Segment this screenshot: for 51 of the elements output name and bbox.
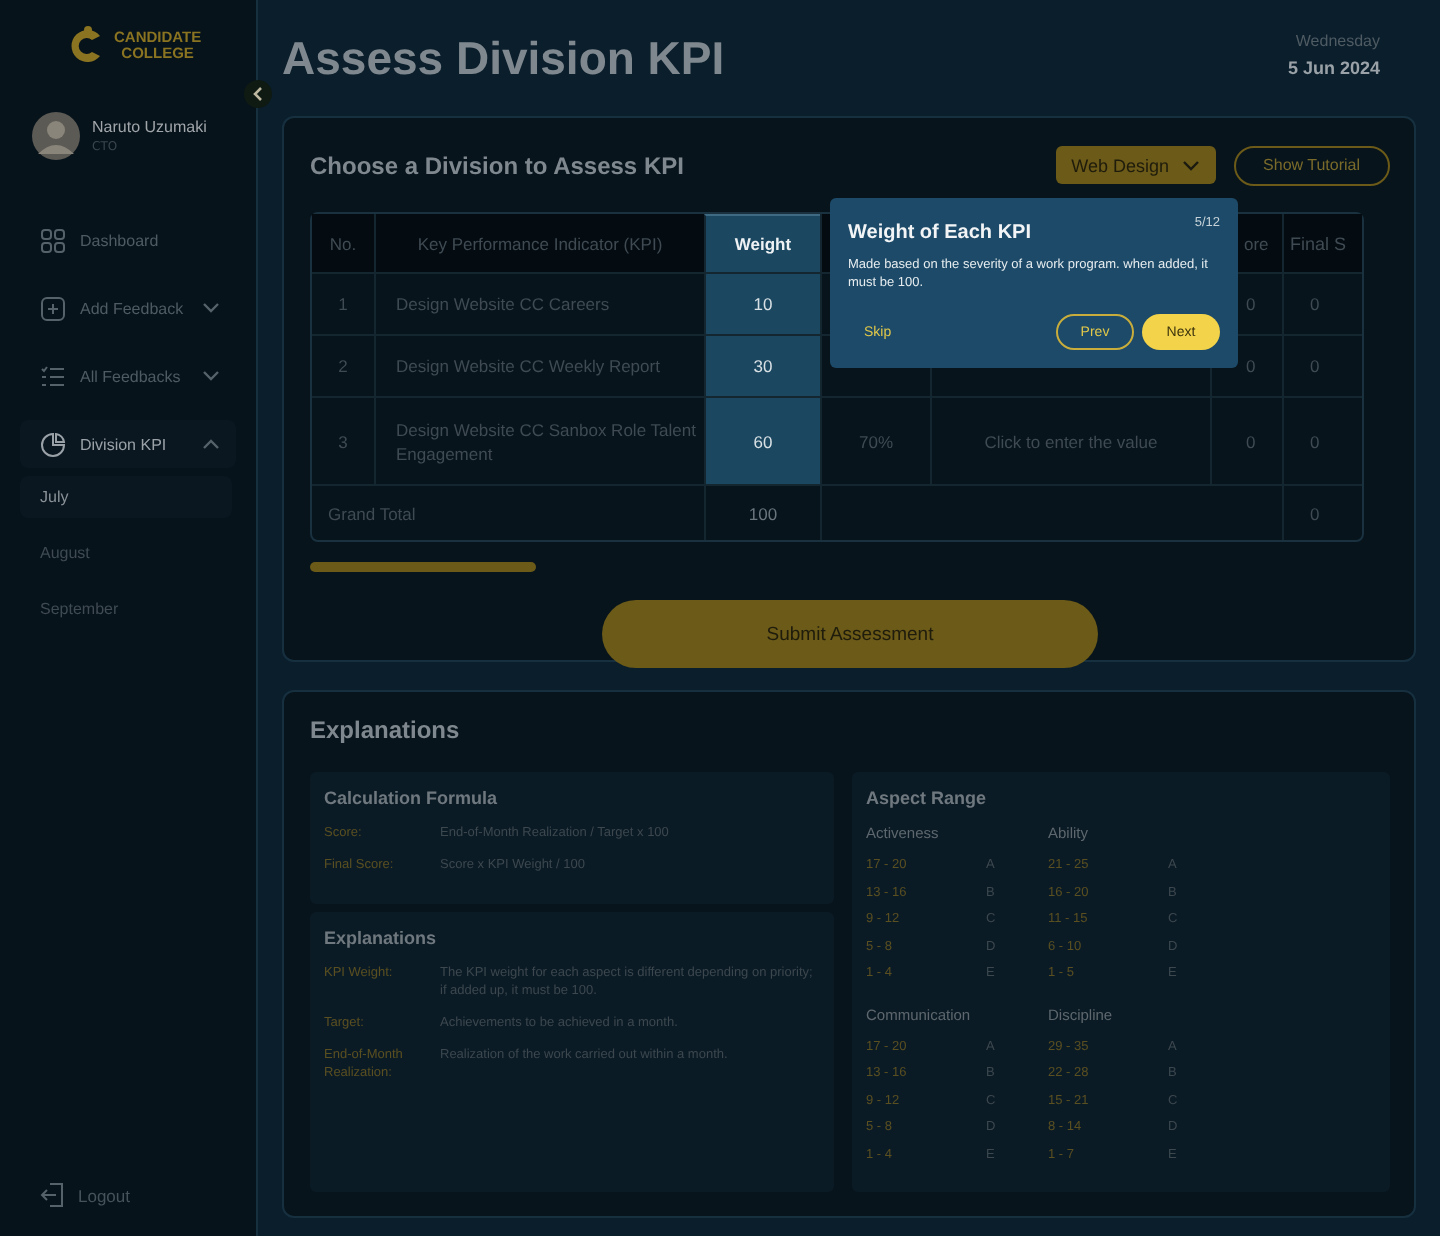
table-cell: 0 — [1310, 356, 1320, 376]
grid-icon — [40, 227, 66, 253]
date: 5 Jun 2024 — [1287, 58, 1380, 78]
page-title: Assess Division KPI — [282, 32, 725, 86]
panel-title: Calculation Formula — [324, 788, 500, 808]
table-cell: 30 — [704, 336, 820, 396]
tutorial-button[interactable]: Show Tutorial — [1233, 145, 1390, 185]
nav-item[interactable]: Dashboard — [20, 216, 236, 264]
submit-button[interactable]: Submit Assessment — [602, 600, 1098, 668]
table-cell-text: 2 — [336, 354, 350, 380]
logout-icon — [40, 1182, 66, 1208]
column-header: Final S — [1282, 214, 1362, 272]
nav-item[interactable]: Add Feedback — [20, 284, 236, 332]
realization-input[interactable]: Click to enter the value — [984, 431, 1158, 451]
scrollbar-thumb[interactable] — [310, 562, 536, 572]
table-cell: 70% — [858, 431, 893, 451]
table-cell-text: 1 — [336, 292, 350, 318]
table-cell: 0 — [1246, 431, 1256, 451]
plus-square-icon — [40, 295, 66, 321]
avatar — [32, 112, 80, 160]
table-cell: 10 — [704, 274, 820, 334]
list-icon — [40, 363, 66, 389]
panel-title: Aspect Range — [866, 788, 989, 808]
division-dropdown[interactable]: Web Design — [1055, 146, 1216, 184]
weekday: Wednesday — [1295, 32, 1380, 50]
nav-item[interactable]: All Feedbacks — [20, 352, 236, 400]
pie-icon — [40, 431, 66, 457]
card-title: Explanations — [310, 716, 462, 744]
card-title: Choose a Division to Assess KPI — [310, 151, 684, 179]
table-cell: 0 — [1310, 294, 1320, 314]
tooltip-title: Weight of Each KPI — [848, 222, 1031, 244]
nav-subitem[interactable]: July — [20, 476, 232, 518]
table-cell: 0 — [1310, 431, 1320, 451]
panel-title: Explanations — [324, 928, 439, 948]
total-label: Grand Total — [328, 503, 416, 523]
user-name: Naruto Uzumaki — [92, 118, 207, 136]
collapse-button[interactable] — [244, 80, 272, 108]
table-cell: 0 — [1310, 503, 1320, 523]
logout-link[interactable]: Logout — [40, 1182, 256, 1208]
column-header: Weight — [704, 214, 820, 272]
nav-item[interactable]: Division KPI — [20, 420, 236, 468]
table-cell: 0 — [1246, 356, 1256, 376]
chevron-down-icon — [1181, 159, 1200, 171]
column-header: No. — [327, 231, 359, 257]
nav-subitem[interactable]: September — [20, 588, 232, 630]
table-cell: 0 — [1246, 294, 1256, 314]
table-cell: 60 — [704, 398, 820, 484]
nav-subitem[interactable]: August — [20, 532, 232, 574]
chevron-left-icon — [250, 86, 266, 102]
table-cell: 100 — [748, 503, 778, 523]
table-cell-text: 3 — [336, 429, 350, 455]
